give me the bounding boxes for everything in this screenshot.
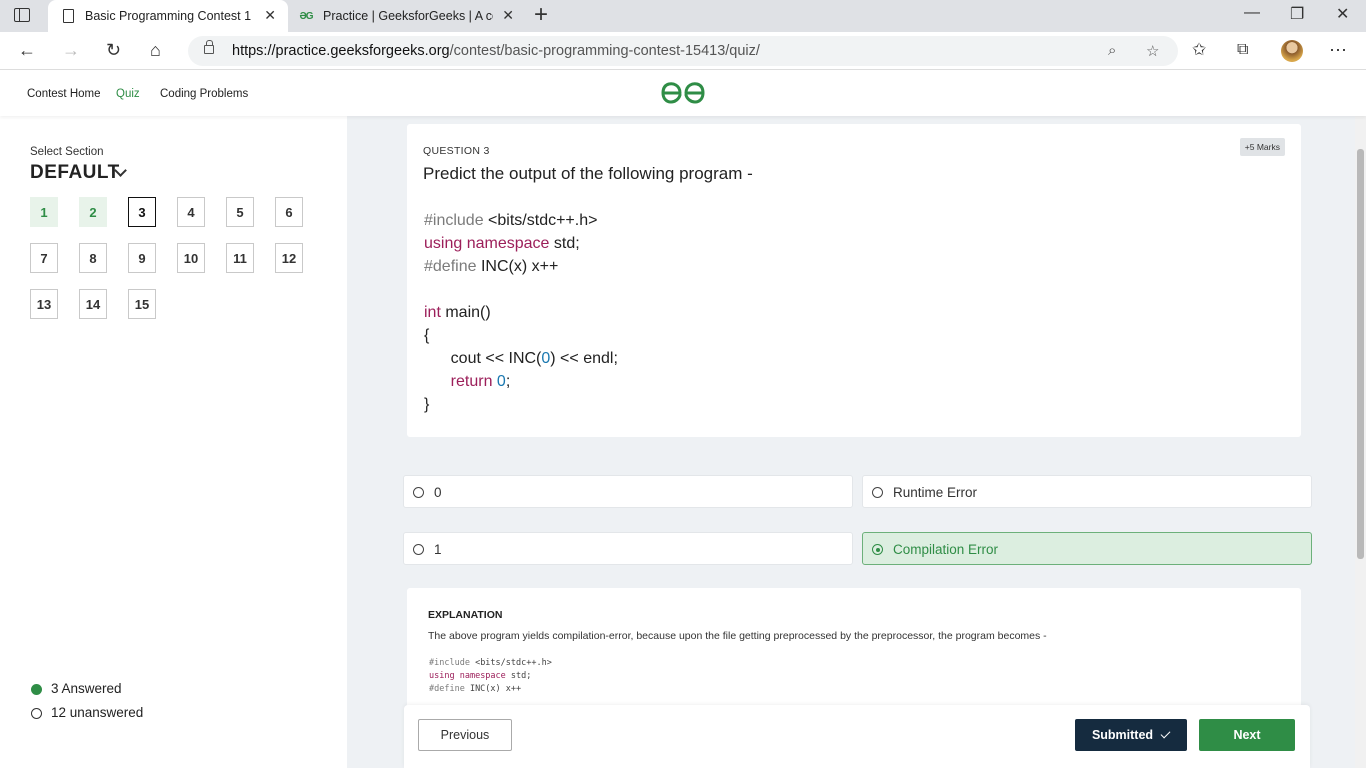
- question-code: #include <bits/stdc++.h> using namespace…: [424, 212, 618, 413]
- tab-contest[interactable]: Basic Programming Contest 1 | P ✕: [48, 0, 288, 32]
- question-card: QUESTION 3 +5 Marks Predict the output o…: [407, 124, 1301, 437]
- submitted-button[interactable]: Submitted: [1075, 719, 1187, 751]
- document-icon: [60, 8, 76, 24]
- radio-button[interactable]: [872, 487, 883, 498]
- gfg-favicon-icon: ƏG: [299, 10, 313, 22]
- question-8-button[interactable]: 8: [79, 243, 107, 273]
- question-3-button[interactable]: 3: [128, 197, 156, 227]
- explanation-code: #include <bits/stdc++.h> using namespace…: [429, 658, 552, 694]
- lock-icon: [204, 40, 214, 54]
- radio-button[interactable]: [413, 544, 424, 555]
- page-scrollbar[interactable]: [1355, 71, 1366, 768]
- question-11-button[interactable]: 11: [226, 243, 254, 273]
- forward-icon[interactable]: →: [62, 40, 80, 60]
- address-bar[interactable]: https://practice.geeksforgeeks.org/conte…: [188, 36, 1178, 66]
- question-10-button[interactable]: 10: [177, 243, 205, 273]
- question-9-button[interactable]: 9: [128, 243, 156, 273]
- section-select[interactable]: DEFAULT: [30, 162, 120, 184]
- more-icon[interactable]: ⋯: [1329, 40, 1347, 60]
- collections-icon[interactable]: ⧉: [1237, 40, 1248, 60]
- question-4-button[interactable]: 4: [177, 197, 205, 227]
- nav-coding-problems[interactable]: Coding Problems: [160, 88, 248, 100]
- close-icon[interactable]: ✕: [502, 7, 514, 24]
- answered-count: 3 Answered: [51, 681, 122, 696]
- tab-title: Basic Programming Contest 1 | P: [85, 9, 255, 23]
- question-5-button[interactable]: 5: [226, 197, 254, 227]
- restore-icon[interactable]: ❐: [1290, 4, 1304, 24]
- question-2-button[interactable]: 2: [79, 197, 107, 227]
- option-compilation-error[interactable]: Compilation Error: [862, 532, 1312, 565]
- home-icon[interactable]: ⌂: [150, 40, 161, 60]
- quiz-main: QUESTION 3 +5 Marks Predict the output o…: [347, 116, 1355, 768]
- tab-title: Practice | GeeksforGeeks | A com: [323, 9, 493, 23]
- unanswered-count: 12 unanswered: [51, 705, 144, 720]
- close-icon[interactable]: ✕: [264, 7, 276, 24]
- question-15-button[interactable]: 15: [128, 289, 156, 319]
- add-favorite-icon[interactable]: ☆: [1146, 42, 1159, 60]
- radio-button-selected[interactable]: [872, 544, 883, 555]
- question-13-button[interactable]: 13: [30, 289, 58, 319]
- question-number: QUESTION 3: [423, 145, 490, 157]
- submitted-label: Submitted: [1091, 728, 1154, 742]
- question-6-button[interactable]: 6: [275, 197, 303, 227]
- radio-button[interactable]: [413, 487, 424, 498]
- option-0[interactable]: 0: [403, 475, 853, 508]
- browser-tab-bar: Basic Programming Contest 1 | P ✕ ƏG Pra…: [0, 0, 1366, 32]
- question-title: Predict the output of the following prog…: [423, 164, 753, 183]
- answered-dot-icon: [31, 684, 42, 695]
- option-label: Runtime Error: [893, 485, 978, 500]
- nav-quiz[interactable]: Quiz: [116, 88, 140, 100]
- unanswered-dot-icon: [31, 708, 42, 719]
- zoom-icon[interactable]: ⌕: [1108, 42, 1116, 59]
- question-1-button[interactable]: 1: [30, 197, 58, 227]
- nav-contest-home[interactable]: Contest Home: [27, 88, 101, 100]
- option-label: 1: [434, 542, 442, 557]
- site-header: Contest Home Quiz Coding Problems: [0, 71, 1366, 116]
- explanation-text: The above program yields compilation-err…: [428, 630, 1047, 642]
- window-close-icon[interactable]: ✕: [1336, 4, 1349, 24]
- question-7-button[interactable]: 7: [30, 243, 58, 273]
- scrollbar-thumb[interactable]: [1357, 149, 1364, 559]
- tab-actions-icon[interactable]: [14, 8, 30, 22]
- question-14-button[interactable]: 14: [79, 289, 107, 319]
- marks-badge: +5 Marks: [1239, 138, 1285, 156]
- section-label: Select Section: [30, 146, 104, 158]
- profile-avatar[interactable]: [1281, 40, 1303, 62]
- option-label: Compilation Error: [893, 542, 999, 557]
- next-button[interactable]: Next: [1199, 719, 1295, 751]
- gfg-logo-icon[interactable]: [660, 79, 706, 107]
- browser-toolbar: ← → ↻ ⌂ https://practice.geeksforgeeks.o…: [0, 32, 1366, 70]
- refresh-icon[interactable]: ↻: [106, 40, 121, 60]
- favorites-icon[interactable]: ✩: [1192, 40, 1206, 60]
- previous-button[interactable]: Previous: [418, 719, 512, 751]
- url-text[interactable]: https://practice.geeksforgeeks.org/conte…: [232, 43, 760, 59]
- tab-practice[interactable]: ƏG Practice | GeeksforGeeks | A com ✕: [288, 0, 526, 32]
- minimize-icon[interactable]: —: [1244, 4, 1260, 22]
- option-label: 0: [434, 485, 442, 500]
- question-12-button[interactable]: 12: [275, 243, 303, 273]
- new-tab-icon[interactable]: +: [534, 3, 548, 27]
- quiz-footer: Previous Submitted Next: [404, 705, 1310, 768]
- explanation-title: EXPLANATION: [428, 609, 503, 621]
- question-navigator: Select Section DEFAULT 3 Answered 12 una…: [0, 116, 347, 768]
- back-icon[interactable]: ←: [18, 40, 36, 60]
- option-1[interactable]: 1: [403, 532, 853, 565]
- checkmark-icon: [1160, 728, 1171, 739]
- option-runtime-error[interactable]: Runtime Error: [862, 475, 1312, 508]
